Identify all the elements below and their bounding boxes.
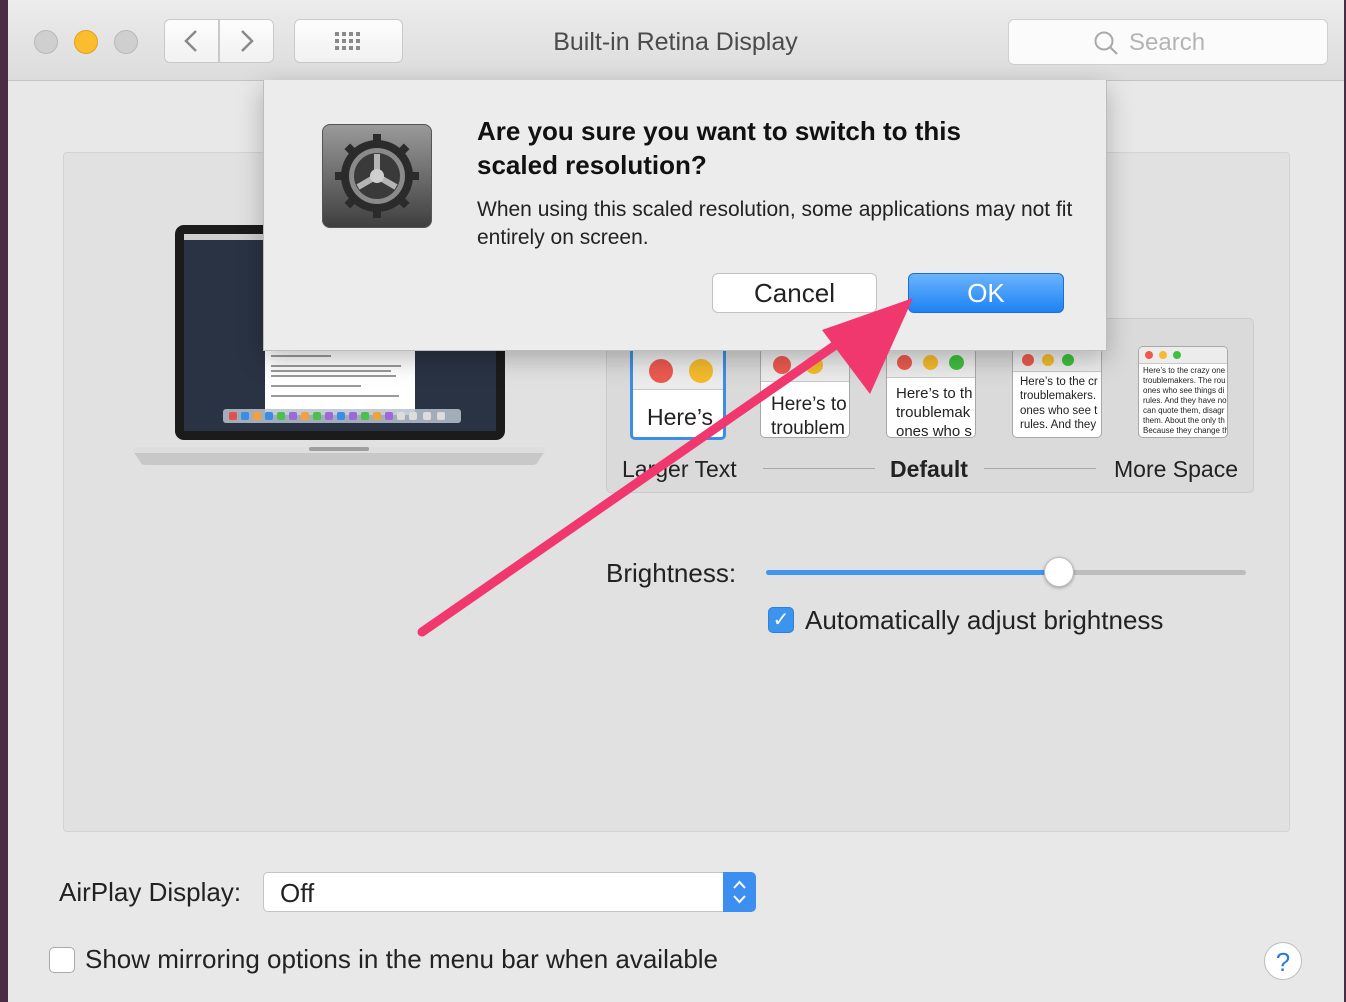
search-icon [1094, 31, 1118, 55]
scale-label-more-space: More Space [1114, 456, 1239, 482]
brightness-label: Brightness: [606, 558, 737, 588]
zoom-window-button[interactable] [114, 30, 138, 54]
preferences-window: Built-in Retina Display Search Here’s He… [8, 0, 1344, 1002]
window-title: Built-in Retina Display [553, 28, 798, 56]
airplay-label: AirPlay Display: [59, 877, 242, 907]
select-arrows-icon [723, 872, 756, 912]
dialog-message: When using this scaled resolution, some … [477, 198, 1073, 249]
scale-label-larger-text: Larger Text [622, 456, 737, 482]
scale-divider [984, 468, 1096, 469]
scale-option-4[interactable]: Here’s to the cr troublemakers. ones who… [1012, 348, 1102, 438]
dialog-title: Are you sure you want to switch to this … [477, 116, 961, 180]
scale-option-default[interactable]: Here’s to th troublemak ones who s [886, 348, 976, 438]
auto-brightness-checkbox[interactable]: ✓ [768, 607, 794, 633]
grid-icon [335, 32, 360, 50]
ok-button[interactable]: OK [908, 273, 1064, 313]
help-button[interactable]: ? [1264, 942, 1302, 980]
confirmation-dialog: Are you sure you want to switch to this … [263, 80, 1107, 351]
scale-option-preview-text: Here’s to troublem [771, 394, 847, 438]
scale-divider [763, 468, 875, 469]
system-preferences-icon [322, 124, 432, 228]
cancel-button[interactable]: Cancel [712, 273, 877, 313]
close-window-button[interactable] [34, 30, 58, 54]
show-all-button[interactable] [294, 19, 403, 63]
scale-option-larger-text[interactable]: Here’s [630, 340, 726, 440]
brightness-slider-track[interactable] [1059, 570, 1246, 575]
search-field[interactable]: Search [1008, 19, 1328, 65]
forward-button[interactable] [219, 19, 274, 63]
gear-icon [335, 134, 419, 218]
scale-option-preview-text: Here’s to the cr troublemakers. ones who… [1020, 376, 1098, 432]
title-bar: Built-in Retina Display Search [8, 0, 1344, 81]
brightness-slider-knob[interactable] [1044, 557, 1074, 587]
scale-label-default: Default [890, 456, 968, 482]
chevron-left-icon [184, 30, 197, 52]
search-placeholder: Search [1129, 29, 1206, 56]
minimize-window-button[interactable] [74, 30, 98, 54]
mirroring-options-checkbox[interactable] [49, 947, 75, 973]
mirroring-options-label: Show mirroring options in the menu bar w… [85, 944, 719, 974]
scale-option-more-space[interactable]: Here’s to the crazy one troublemakers. T… [1138, 346, 1228, 438]
scale-option-preview-text: Here’s to the crazy one troublemakers. T… [1143, 366, 1227, 435]
scale-option-2[interactable]: Here’s to troublem [760, 348, 850, 438]
scale-option-preview-text: Here’s [647, 404, 714, 430]
airplay-display-value: Off [280, 878, 315, 908]
back-button[interactable] [164, 19, 219, 63]
scale-option-preview-text: Here’s to th troublemak ones who s [896, 385, 973, 438]
auto-brightness-label: Automatically adjust brightness [805, 605, 1164, 635]
brightness-slider-fill[interactable] [766, 570, 1059, 575]
chevron-right-icon [241, 30, 254, 52]
airplay-display-select[interactable]: Off [263, 872, 756, 912]
checkmark-icon: ✓ [772, 609, 790, 631]
